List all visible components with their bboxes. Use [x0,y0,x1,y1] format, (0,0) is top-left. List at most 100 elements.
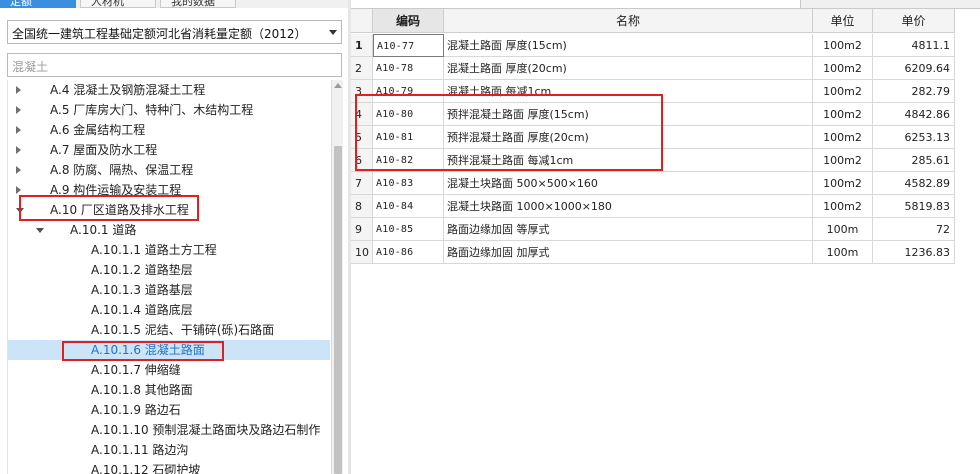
tree-node-label: A.7 屋面及防水工程 [50,143,158,157]
tree-node-label: A.10.1.1 道路土方工程 [91,243,217,257]
quota-library-select[interactable]: 全国统一建筑工程基础定额河北省消耗量定额（2012） [7,20,342,44]
tree-node[interactable]: A.10.1.9 路边石 [8,400,330,420]
cell-code[interactable]: A10-80 [373,103,444,126]
tree-node-label: A.4 混凝土及钢筋混凝土工程 [50,83,206,97]
cell-price[interactable]: 6209.64 [873,57,955,80]
tree-node-label: A.10.1.4 道路底层 [91,303,193,317]
cell-name[interactable]: 混凝土块路面 1000×1000×180 [444,195,813,218]
chapter-tree[interactable]: A.4 混凝土及钢筋混凝土工程 A.5 厂库房大门、特种门、木结构工程 A.6 金属… [7,80,330,474]
scrollbar-thumb[interactable] [334,146,342,474]
cell-code[interactable]: A10-85 [373,218,444,241]
cell-unit[interactable]: 100m2 [813,149,873,172]
cell-unit[interactable]: 100m2 [813,80,873,103]
tree-node-label: A.10.1.8 其他路面 [91,383,193,397]
tree-node[interactable]: A.10.1.3 道路基层 [8,280,330,300]
cell-code[interactable]: A10-86 [373,241,444,264]
chevron-down-icon[interactable] [329,30,337,35]
tree-node-label: A.10.1.7 伸缩缝 [91,363,181,377]
cell-unit[interactable]: 100m2 [813,126,873,149]
cell-code[interactable]: A10-84 [373,195,444,218]
tree-node[interactable]: A.5 厂库房大门、特种门、木结构工程 [8,100,330,120]
cell-unit[interactable]: 100m2 [813,195,873,218]
cell-code[interactable]: A10-79 [373,80,444,103]
tree-node[interactable]: A.10 厂区道路及排水工程 [8,200,330,220]
cell-price[interactable]: 285.61 [873,149,955,172]
expand-arrow-right-icon[interactable] [16,86,21,94]
expand-arrow-down-icon[interactable] [16,208,24,213]
search-input[interactable]: 混凝土 [7,53,342,77]
cell-unit[interactable]: 100m2 [813,103,873,126]
row-number: 8 [351,195,373,218]
tree-node[interactable]: A.10.1.1 道路土方工程 [8,240,330,260]
quota-library-value: 全国统一建筑工程基础定额河北省消耗量定额（2012） [12,27,307,41]
expand-arrow-right-icon[interactable] [16,186,21,194]
header-code[interactable]: 编码 [373,9,444,33]
cell-name[interactable]: 混凝土路面 厚度(20cm) [444,57,813,80]
tree-node-label: A.10.1.12 石砌护坡 [91,463,201,474]
cell-name[interactable]: 混凝土块路面 500×500×160 [444,172,813,195]
tree-node[interactable]: A.9 构件运输及安装工程 [8,180,330,200]
header-price[interactable]: 单价 [873,9,955,33]
tree-node[interactable]: A.8 防腐、隔热、保温工程 [8,160,330,180]
cell-code[interactable]: A10-77 [373,34,444,57]
tree-node[interactable]: A.10.1.8 其他路面 [8,380,330,400]
cell-price[interactable]: 282.79 [873,80,955,103]
cell-price[interactable]: 6253.13 [873,126,955,149]
cell-name[interactable]: 预拌混凝土路面 每减1cm [444,149,813,172]
scroll-up-arrow-icon[interactable] [334,83,342,88]
cell-name[interactable]: 预拌混凝土路面 厚度(15cm) [444,103,813,126]
tree-node-label: A.9 构件运输及安装工程 [50,183,182,197]
row-number: 5 [351,126,373,149]
tab-labor-material-machine[interactable]: 人材机 [80,0,156,8]
cell-price[interactable]: 4811.1 [873,34,955,57]
tab-my-data[interactable]: 我的数据 [160,0,236,8]
tree-node[interactable]: A.10.1.10 预制混凝土路面块及路边石制作 [8,420,330,440]
tree-node[interactable]: A.7 屋面及防水工程 [8,140,330,160]
tree-node[interactable]: A.10.1.5 泥结、干铺碎(砾)石路面 [8,320,330,340]
tree-node[interactable]: A.10.1.11 路边沟 [8,440,330,460]
tab-quota[interactable]: 定额 [0,0,76,8]
cell-name[interactable]: 混凝土路面 每减1cm [444,80,813,103]
tree-node[interactable]: A.10.1.12 石砌护坡 [8,460,330,474]
cell-price[interactable]: 1236.83 [873,241,955,264]
cell-price[interactable]: 72 [873,218,955,241]
expand-arrow-right-icon[interactable] [16,166,21,174]
cell-name[interactable]: 混凝土路面 厚度(15cm) [444,34,813,57]
cell-code[interactable]: A10-83 [373,172,444,195]
cell-unit[interactable]: 100m [813,218,873,241]
tree-node-label: A.8 防腐、隔热、保温工程 [50,163,194,177]
header-unit[interactable]: 单位 [813,9,873,33]
row-number: 1 [351,34,373,57]
tree-node[interactable]: A.10.1.6 混凝土路面 [8,340,330,360]
cell-name[interactable]: 预拌混凝土路面 厚度(20cm) [444,126,813,149]
cell-unit[interactable]: 100m [813,241,873,264]
quota-browser-window: 定额 人材机 我的数据 全国统一建筑工程基础定额河北省消耗量定额（2012） 混… [0,0,980,474]
tree-node[interactable]: A.10.1.4 道路底层 [8,300,330,320]
cell-code[interactable]: A10-78 [373,57,444,80]
expand-arrow-right-icon[interactable] [16,126,21,134]
expand-arrow-right-icon[interactable] [16,146,21,154]
tree-node[interactable]: A.10.1.7 伸缩缝 [8,360,330,380]
cell-code[interactable]: A10-81 [373,126,444,149]
cell-price[interactable]: 4582.89 [873,172,955,195]
cell-unit[interactable]: 100m2 [813,57,873,80]
cell-name[interactable]: 路面边缘加固 加厚式 [444,241,813,264]
tree-node[interactable]: A.10.1 道路 [8,220,330,240]
tree-node[interactable]: A.10.1.2 道路垫层 [8,260,330,280]
cell-price[interactable]: 4842.86 [873,103,955,126]
tree-node[interactable]: A.6 金属结构工程 [8,120,330,140]
tree-node-label: A.10.1.9 路边石 [91,403,181,417]
tree-scrollbar[interactable] [331,80,343,474]
cell-unit[interactable]: 100m2 [813,34,873,57]
cell-price[interactable]: 5819.83 [873,195,955,218]
cell-name[interactable]: 路面边缘加固 等厚式 [444,218,813,241]
header-name[interactable]: 名称 [444,9,813,33]
tree-node[interactable]: A.4 混凝土及钢筋混凝土工程 [8,80,330,100]
cell-code[interactable]: A10-82 [373,149,444,172]
expand-arrow-down-icon[interactable] [36,228,44,233]
tree-node-label: A.10.1.3 道路基层 [91,283,193,297]
cell-unit[interactable]: 100m2 [813,172,873,195]
expand-arrow-right-icon[interactable] [16,106,21,114]
tree-node-label: A.10.1.2 道路垫层 [91,263,193,277]
tree-node-label: A.10 厂区道路及排水工程 [50,203,189,217]
